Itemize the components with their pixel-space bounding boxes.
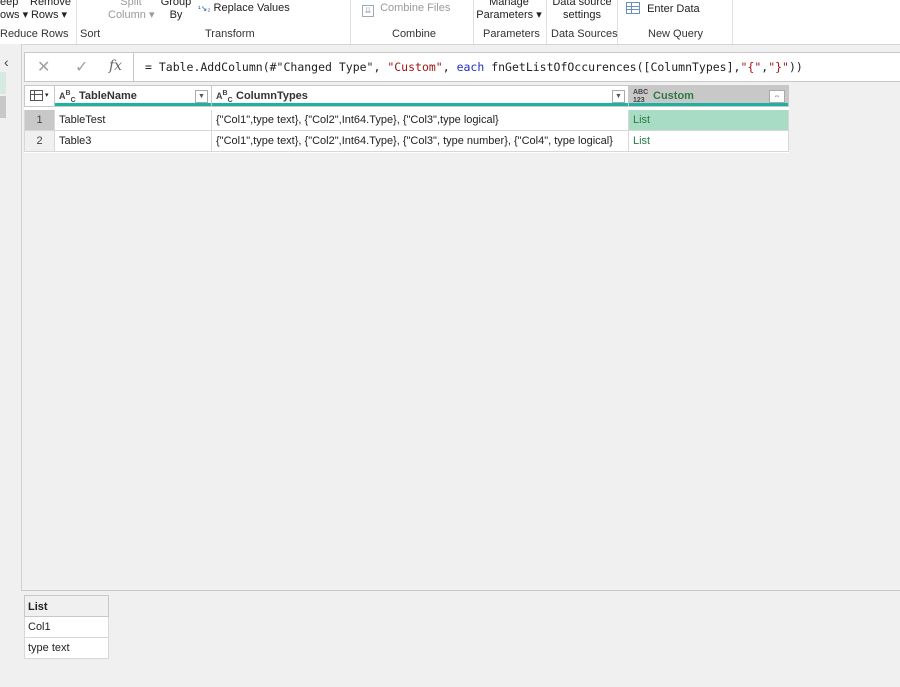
table-cell[interactable]: {"Col1",type text}, {"Col2",Int64.Type},…	[212, 110, 629, 131]
group-label-parameters: Parameters	[483, 28, 540, 40]
list-preview-header: List	[24, 595, 109, 617]
row-number[interactable]: 2	[24, 131, 55, 152]
formula-input[interactable]: = Table.AddColumn(#"Changed Type", "Cust…	[145, 60, 803, 74]
manage-parameters-label-2: Parameters ▾	[476, 9, 542, 21]
table-menu-button[interactable]: ▾	[24, 85, 55, 107]
formula-part: = Table.AddColumn(#"Changed Type",	[145, 60, 388, 74]
column-quality-bar	[212, 103, 628, 106]
column-header-tablename[interactable]: ABC TableName ▼	[54, 85, 212, 107]
group-label-combine: Combine	[392, 28, 437, 40]
formula-part: ))	[788, 60, 803, 74]
group-label-new-query: New Query	[648, 28, 704, 40]
remove-rows-label-1: Remove	[30, 0, 71, 8]
column-header-columntypes[interactable]: ABC ColumnTypes ▼	[211, 85, 629, 107]
formula-part: fnGetListOfOccurences([ColumnTypes],	[484, 60, 741, 74]
row-number[interactable]: 1	[24, 110, 55, 131]
list-preview-item[interactable]: type text	[24, 638, 109, 659]
enter-data-label: Enter Data	[647, 3, 700, 15]
manage-parameters-label-1: Manage	[489, 0, 529, 8]
column-header-label: Custom	[653, 90, 694, 102]
replace-values-label: Replace Values	[213, 2, 290, 14]
value-preview-pane	[21, 590, 900, 687]
close-icon[interactable]: ✕	[37, 57, 50, 77]
keep-rows-button[interactable]: eep ows ▾	[0, 0, 28, 22]
formula-buttons: ✕ ✓ fx	[25, 53, 134, 81]
group-by-label-1: Group	[160, 0, 192, 8]
replace-values-icon: ¹↘₂	[198, 4, 211, 13]
table-cell[interactable]: TableTest	[55, 110, 212, 131]
expand-column-icon[interactable]: ⇔	[769, 90, 785, 103]
formula-part: ,	[442, 60, 457, 74]
column-header-label: TableName	[79, 90, 137, 102]
list-preview: List Col1 type text	[24, 595, 109, 659]
table-icon	[626, 2, 640, 14]
keep-rows-label-1: eep	[0, 0, 19, 8]
group-label-data-sources: Data Sources	[551, 28, 618, 40]
split-column-label-2: Column ▾	[108, 9, 155, 21]
query-item-highlight[interactable]	[0, 72, 6, 94]
data-source-settings-label-1: Data source	[552, 0, 612, 8]
list-cell[interactable]: List	[629, 131, 789, 152]
group-label-transform: Transform	[205, 28, 255, 40]
chevron-down-icon: ▾	[45, 92, 49, 99]
filter-dropdown-icon[interactable]: ▼	[612, 90, 625, 103]
formula-keyword: each	[456, 60, 485, 74]
column-header-label: ColumnTypes	[236, 90, 308, 102]
group-by-label-2: By	[169, 9, 183, 21]
split-column-button[interactable]: Split Column ▾	[108, 0, 154, 22]
list-cell-selected[interactable]: List	[629, 110, 789, 131]
queries-pane-collapsed	[0, 44, 22, 686]
ribbon: eep ows ▾ Remove Rows ▾ Split Column ▾ G…	[0, 0, 900, 45]
filter-dropdown-icon[interactable]: ▼	[195, 90, 208, 103]
data-source-settings-label-2: settings	[563, 9, 601, 21]
data-source-settings-button[interactable]: Data source settings	[550, 0, 614, 22]
table-cell[interactable]: Table3	[55, 131, 212, 152]
remove-rows-button[interactable]: Remove Rows ▾	[30, 0, 71, 22]
text-type-icon[interactable]: ABC	[216, 90, 233, 104]
combine-files-button[interactable]: ⇊ Combine Files	[362, 2, 450, 17]
query-item[interactable]	[0, 96, 6, 118]
column-header-custom[interactable]: ABC 123 Custom ⇔	[628, 85, 789, 107]
formula-string: "{"	[740, 60, 762, 74]
replace-values-button[interactable]: ¹↘₂ Replace Values	[198, 2, 290, 15]
remove-rows-label-2: Rows ▾	[30, 9, 68, 21]
check-icon[interactable]: ✓	[75, 57, 88, 77]
column-quality-bar	[55, 103, 211, 106]
formula-string: "Custom"	[387, 60, 443, 74]
table-cell[interactable]: {"Col1",type text}, {"Col2",Int64.Type},…	[212, 131, 629, 152]
data-grid: ▾ ABC TableName ▼ ABC ColumnTypes ▼ ABC 1…	[24, 85, 789, 153]
column-quality-bar	[629, 103, 788, 106]
group-label-reduce-rows: Reduce Rows	[0, 28, 69, 40]
group-label-sort: Sort	[80, 28, 101, 40]
table-icon	[30, 90, 43, 101]
combine-files-label: Combine Files	[380, 2, 451, 14]
keep-rows-label-2: ows ▾	[0, 9, 29, 21]
formula-string: "}"	[768, 60, 789, 74]
group-by-button[interactable]: Group By	[158, 0, 194, 22]
manage-parameters-button[interactable]: Manage Parameters ▾	[476, 0, 542, 22]
text-type-icon[interactable]: ABC	[59, 90, 76, 104]
formula-bar: ✕ ✓ fx = Table.AddColumn(#"Changed Type"…	[24, 52, 900, 82]
enter-data-button[interactable]: Enter Data	[626, 2, 700, 16]
list-preview-item[interactable]: Col1	[24, 617, 109, 638]
split-column-label-1: Split	[120, 0, 142, 8]
combine-files-icon: ⇊	[362, 5, 374, 17]
collapse-queries-icon[interactable]: ‹	[4, 54, 9, 70]
fx-icon[interactable]: fx	[109, 58, 122, 74]
